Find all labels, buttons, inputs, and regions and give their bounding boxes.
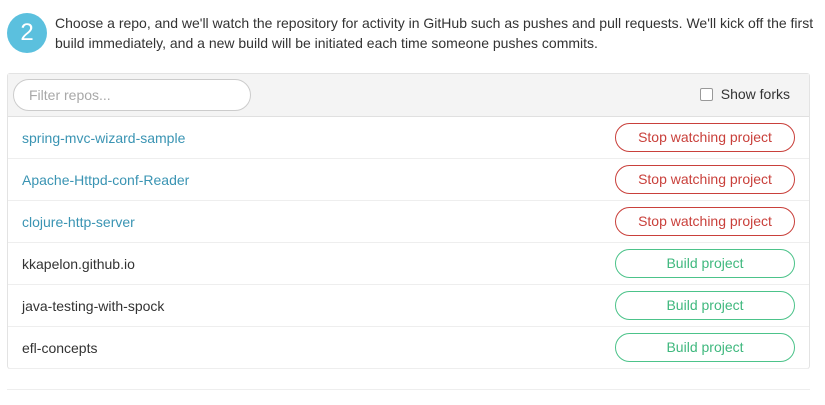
show-forks-toggle[interactable]: Show forks bbox=[699, 86, 790, 102]
repo-row: spring-mvc-wizard-sample Stop watching p… bbox=[8, 117, 809, 159]
stop-watching-button[interactable]: Stop watching project bbox=[615, 207, 795, 236]
repo-name: kkapelon.github.io bbox=[22, 255, 135, 272]
repo-name-link[interactable]: Apache-Httpd-conf-Reader bbox=[22, 172, 189, 188]
repo-name: java-testing-with-spock bbox=[22, 297, 165, 314]
section-divider bbox=[7, 389, 810, 390]
stop-watching-button[interactable]: Stop watching project bbox=[615, 123, 795, 152]
filter-repos-input[interactable] bbox=[13, 79, 251, 111]
build-project-button[interactable]: Build project bbox=[615, 249, 795, 278]
repo-list: spring-mvc-wizard-sample Stop watching p… bbox=[8, 117, 809, 369]
repo-name-link[interactable]: spring-mvc-wizard-sample bbox=[22, 130, 185, 146]
repo-row: Apache-Httpd-conf-Reader Stop watching p… bbox=[8, 159, 809, 201]
stop-watching-button[interactable]: Stop watching project bbox=[615, 165, 795, 194]
step-instructions: Choose a repo, and we'll watch the repos… bbox=[55, 15, 814, 51]
step-number-badge: 2 bbox=[7, 13, 47, 53]
build-project-button[interactable]: Build project bbox=[615, 291, 795, 320]
repo-panel: Show forks spring-mvc-wizard-sample Stop… bbox=[7, 73, 810, 369]
repo-row: clojure-http-server Stop watching projec… bbox=[8, 201, 809, 243]
repo-row: efl-concepts Build project bbox=[8, 327, 809, 369]
repo-row: java-testing-with-spock Build project bbox=[8, 285, 809, 327]
repo-toolbar: Show forks bbox=[8, 74, 809, 117]
show-forks-checkbox[interactable] bbox=[699, 87, 713, 101]
repo-name: efl-concepts bbox=[22, 339, 98, 356]
show-forks-label: Show forks bbox=[720, 86, 790, 102]
build-project-button[interactable]: Build project bbox=[615, 333, 795, 362]
repo-name-link[interactable]: clojure-http-server bbox=[22, 214, 135, 230]
repo-row: kkapelon.github.io Build project bbox=[8, 243, 809, 285]
